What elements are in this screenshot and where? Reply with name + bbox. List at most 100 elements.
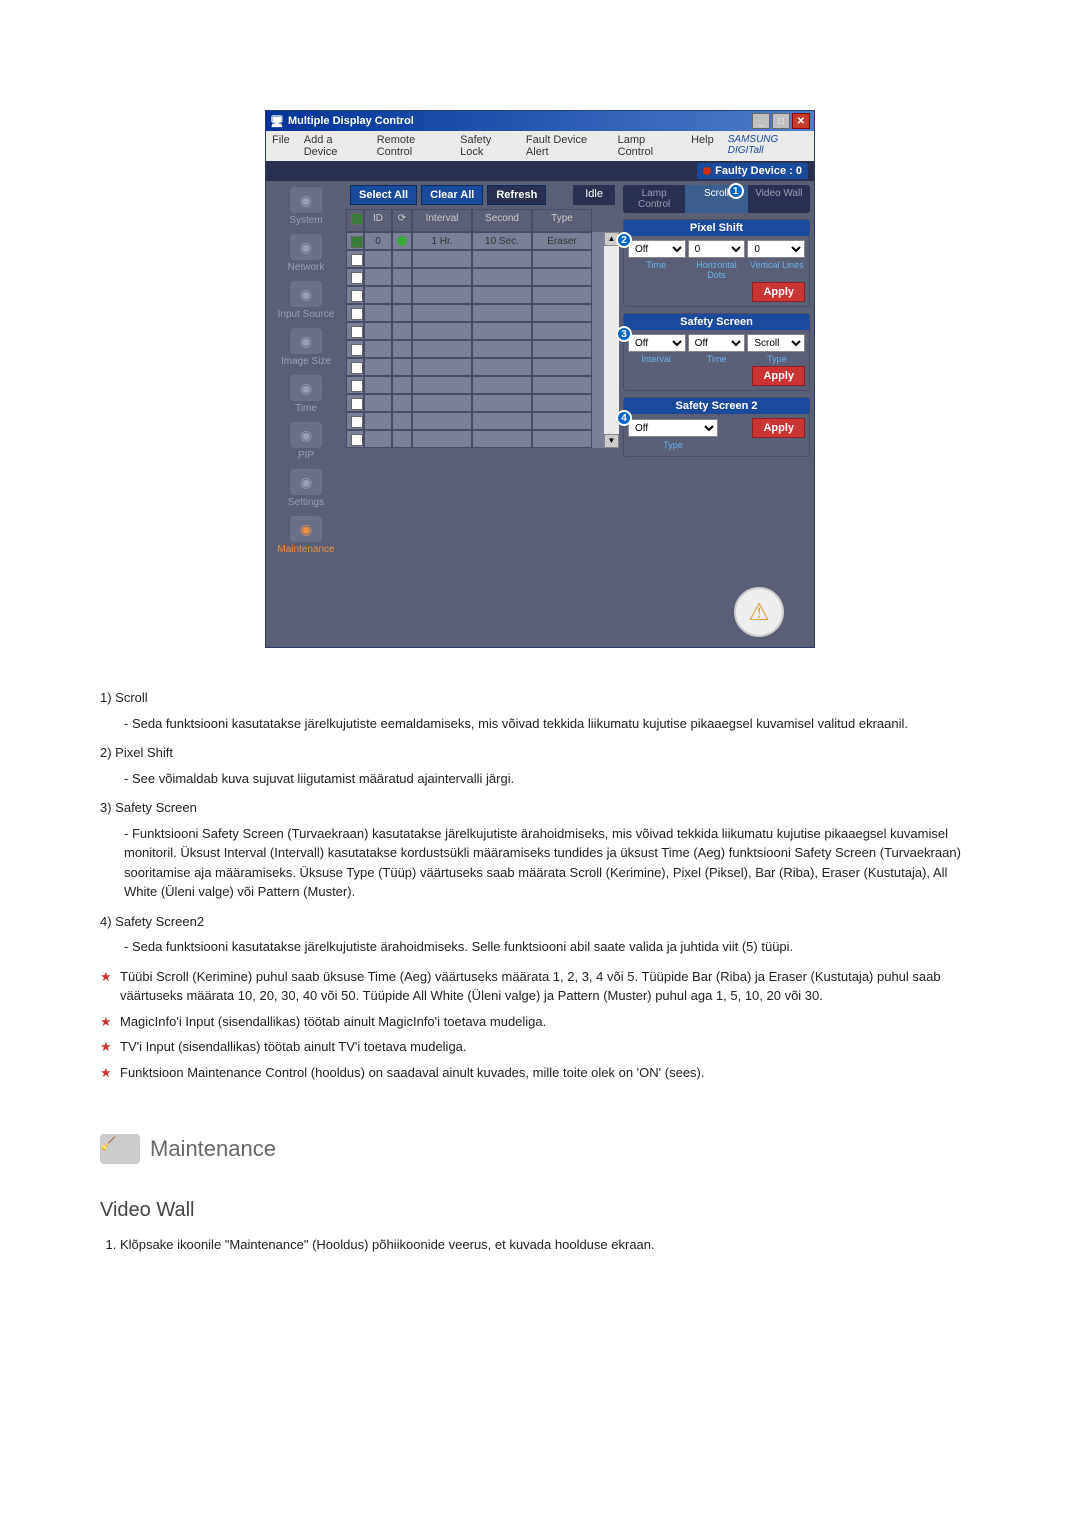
table-row[interactable]: [346, 358, 619, 376]
cell-second: [472, 376, 532, 394]
cell-interval: [412, 340, 472, 358]
sidebar: ◉System◉Network◉Input Source◉Image Size◉…: [266, 181, 346, 561]
tab-video-wall[interactable]: Video Wall: [748, 185, 810, 213]
faulty-device-badge: Faulty Device : 0: [697, 163, 808, 179]
col-type: Type: [532, 209, 592, 232]
sidebar-item-settings[interactable]: ◉Settings: [268, 467, 344, 510]
cell-type: [532, 394, 592, 412]
videowall-heading: Video Wall: [100, 1195, 980, 1225]
star-note-3: TV'i Input (sisendallikas) töötab ainult…: [100, 1037, 980, 1057]
safety-screen2-panel: 4 Safety Screen 2 Off Apply Type: [623, 397, 810, 457]
sidebar-item-network[interactable]: ◉Network: [268, 232, 344, 275]
minimize-button[interactable]: _: [752, 113, 770, 129]
tab-lamp-control[interactable]: Lamp Control: [623, 185, 685, 213]
cell-second: [472, 322, 532, 340]
col-status: ⟳: [392, 209, 412, 232]
cell-type: [532, 250, 592, 268]
sidebar-item-pip[interactable]: ◉PIP: [268, 420, 344, 463]
cell-id: [364, 340, 392, 358]
menu-remote[interactable]: Remote Control: [377, 134, 446, 158]
table-row[interactable]: [346, 430, 619, 448]
row-checkbox[interactable]: [351, 416, 363, 428]
table-row[interactable]: [346, 340, 619, 358]
cell-second: [472, 286, 532, 304]
cell-id: [364, 304, 392, 322]
window-title: Multiple Display Control: [288, 115, 414, 127]
row-checkbox[interactable]: [351, 362, 363, 374]
cell-id: [364, 358, 392, 376]
safety-interval-select[interactable]: Off: [688, 334, 746, 352]
cell-id: [364, 322, 392, 340]
menu-safety-lock[interactable]: Safety Lock: [460, 134, 512, 158]
row-checkbox[interactable]: [351, 326, 363, 338]
table-row[interactable]: [346, 250, 619, 268]
pixel-shift-panel: 2 Pixel Shift Off 0 0 Time Horizontal Do…: [623, 219, 810, 307]
menu-lamp[interactable]: Lamp Control: [618, 134, 678, 158]
cell-interval: [412, 304, 472, 322]
select-all-button[interactable]: Select All: [350, 185, 417, 205]
item1-title: 1) Scroll: [100, 690, 148, 705]
cell-status: [392, 232, 412, 250]
idle-status: Idle: [573, 185, 615, 205]
row-checkbox[interactable]: [351, 290, 363, 302]
cell-interval: [412, 268, 472, 286]
row-checkbox[interactable]: [351, 380, 363, 392]
titlebar: 🖥 Multiple Display Control _ □ ✕: [266, 111, 814, 131]
scroll-down-icon[interactable]: ▼: [604, 434, 619, 448]
sidebar-item-label: Time: [295, 403, 317, 414]
pixel-shift-hd-select[interactable]: 0: [688, 240, 746, 258]
row-checkbox[interactable]: [351, 272, 363, 284]
tab-scroll[interactable]: Scroll 1: [685, 185, 747, 213]
sidebar-item-maintenance[interactable]: ◉Maintenance: [268, 514, 344, 557]
refresh-button[interactable]: Refresh: [487, 185, 546, 205]
cell-id: [364, 412, 392, 430]
safety-screen-apply-button[interactable]: Apply: [752, 366, 805, 386]
star-note-1: Tüübi Scroll (Kerimine) puhul saab üksus…: [100, 967, 980, 1006]
cell-status: [392, 286, 412, 304]
sidebar-item-input-source[interactable]: ◉Input Source: [268, 279, 344, 322]
row-checkbox[interactable]: [351, 236, 363, 248]
pixel-shift-off-select[interactable]: Off: [628, 240, 686, 258]
cell-interval: [412, 394, 472, 412]
row-checkbox[interactable]: [351, 434, 363, 446]
safety2-off-select[interactable]: Off: [628, 419, 718, 437]
safety-screen2-apply-button[interactable]: Apply: [752, 418, 805, 438]
faulty-dot-icon: [703, 167, 711, 175]
cell-interval: [412, 322, 472, 340]
table-row[interactable]: [346, 412, 619, 430]
sidebar-item-system[interactable]: ◉System: [268, 185, 344, 228]
table-row[interactable]: [346, 322, 619, 340]
maximize-button[interactable]: □: [772, 113, 790, 129]
star-note-4: Funktsioon Maintenance Control (hooldus)…: [100, 1063, 980, 1083]
table-row[interactable]: [346, 268, 619, 286]
cell-type: [532, 322, 592, 340]
table-row[interactable]: [346, 394, 619, 412]
sidebar-item-time[interactable]: ◉Time: [268, 373, 344, 416]
row-checkbox[interactable]: [351, 254, 363, 266]
cell-type: Eraser: [532, 232, 592, 250]
row-checkbox[interactable]: [351, 344, 363, 356]
pixel-shift-apply-button[interactable]: Apply: [752, 282, 805, 302]
table-row[interactable]: [346, 304, 619, 322]
table-row[interactable]: [346, 286, 619, 304]
close-button[interactable]: ✕: [792, 113, 810, 129]
menu-add-device[interactable]: Add a Device: [304, 134, 363, 158]
menu-help[interactable]: Help: [691, 134, 714, 158]
safety-off-select[interactable]: Off: [628, 334, 686, 352]
clear-all-button[interactable]: Clear All: [421, 185, 483, 205]
sidebar-item-label: Network: [288, 262, 325, 273]
cell-id: [364, 286, 392, 304]
menu-file[interactable]: File: [272, 134, 290, 158]
label-hd: Horizontal Dots: [688, 260, 744, 280]
row-checkbox[interactable]: [351, 308, 363, 320]
cell-interval: [412, 376, 472, 394]
table-row[interactable]: 01 Hr.10 Sec.Eraser: [346, 232, 619, 250]
table-row[interactable]: [346, 376, 619, 394]
safety-type-select[interactable]: Scroll: [747, 334, 805, 352]
pixel-shift-vl-select[interactable]: 0: [747, 240, 805, 258]
menu-fault-alert[interactable]: Fault Device Alert: [526, 134, 604, 158]
row-checkbox[interactable]: [351, 398, 363, 410]
pixel-shift-title: Pixel Shift: [624, 220, 809, 236]
label-time2: Time: [688, 354, 744, 364]
sidebar-item-image-size[interactable]: ◉Image Size: [268, 326, 344, 369]
